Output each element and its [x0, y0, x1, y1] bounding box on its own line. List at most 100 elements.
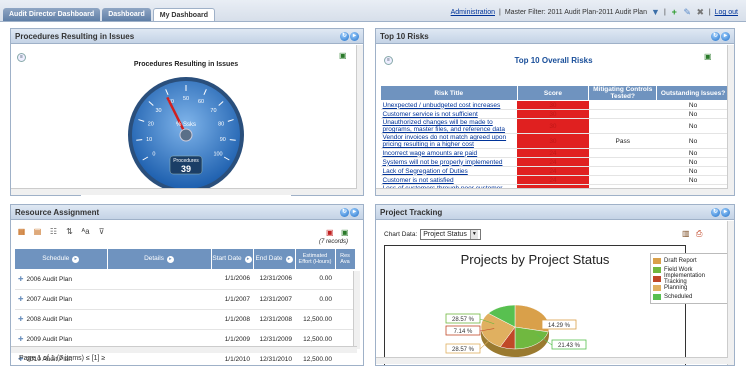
expand-icon[interactable]: ✚ — [18, 276, 23, 283]
risk-title-link[interactable]: Lack of Segregation of Duties — [380, 166, 518, 176]
schedule-cell[interactable]: ✚ 2006 Audit Plan — [15, 269, 107, 290]
filter-icon[interactable]: ▼ — [651, 8, 660, 17]
export-excel-icon[interactable]: ▣ — [341, 228, 349, 237]
availability-cell — [335, 309, 355, 330]
col-schedule[interactable]: Schedule ▸ — [15, 249, 108, 269]
risk-score: 24 — [517, 166, 589, 176]
refresh-icon[interactable]: ↻ — [340, 208, 349, 217]
controls-tested — [588, 100, 657, 110]
separator: | — [498, 9, 501, 16]
add-icon[interactable]: + — [670, 8, 679, 17]
pager[interactable]: Page 1 of 1 (7 items) ≤ [1] ≥ — [19, 355, 105, 362]
horizontal-scrollbar[interactable] — [376, 357, 728, 364]
table-row[interactable]: ✚ 2008 Audit Plan 1/1/2008 12/31/2008 12,500… — [15, 309, 355, 330]
gauge-tick-label: 60 — [198, 99, 204, 105]
maximize-icon[interactable]: ▸ — [350, 208, 359, 217]
maximize-icon[interactable]: ▸ — [721, 208, 730, 217]
vertical-scrollbar[interactable] — [727, 221, 734, 365]
risk-title-link[interactable]: Customer is not satisfied — [380, 175, 518, 185]
details-cell — [107, 309, 211, 330]
controls-tested — [588, 148, 657, 158]
refresh-icon[interactable]: ↻ — [340, 32, 349, 41]
col-start-date[interactable]: Start Date ▸ — [211, 249, 254, 269]
sort-icon[interactable]: ▸ — [285, 256, 293, 263]
horizontal-scrollbar[interactable] — [11, 188, 357, 195]
vertical-scrollbar[interactable] — [727, 45, 734, 195]
pie-chart-box: Projects by Project Status 28.57 % 7.14 %… — [384, 245, 686, 365]
risk-title-link[interactable]: Incorrect wage amounts are paid — [380, 148, 518, 158]
procedures-panel: Procedures Resulting in Issues ↻ ▸ ≡ ▣ P… — [10, 28, 364, 199]
gauge-tick-label: 100 — [213, 152, 222, 158]
print-icon[interactable]: ⎙ — [696, 229, 702, 239]
col-end-date[interactable]: End Date ▸ — [253, 249, 296, 269]
administration-link[interactable]: Administration — [451, 9, 495, 16]
availability-cell — [335, 289, 355, 310]
pie-data-label: 21.43 % — [558, 343, 581, 349]
outstanding-issues: No — [656, 118, 730, 134]
dashboard-tabs: Audit Director Dashboard Dashboard My Da… — [3, 8, 215, 21]
options-icon[interactable]: ≡ — [17, 53, 26, 62]
refresh-icon[interactable]: ↻ — [711, 208, 720, 217]
top-risks-panel: Top 10 Risks ↻ ▸ ≡ ▣ Top 10 Overall Risk… — [375, 28, 735, 196]
outstanding-issues: No — [656, 133, 730, 149]
risk-title-link[interactable]: Systems will not be properly implemented — [380, 157, 518, 167]
chevron-down-icon[interactable]: ▼ — [469, 230, 478, 239]
edit-icon[interactable]: ✎ — [683, 8, 692, 17]
tab-audit-director-dashboard[interactable]: Audit Director Dashboard — [3, 8, 101, 21]
table-row[interactable]: ✚ 2007 Audit Plan 1/1/2007 12/31/2007 0.00 — [15, 289, 355, 310]
panel-header: Top 10 Risks ↻ ▸ — [376, 29, 734, 44]
maximize-icon[interactable]: ▸ — [350, 32, 359, 41]
export-pdf-icon[interactable]: ▣ — [326, 228, 334, 237]
expand-icon[interactable]: ✚ — [18, 316, 23, 323]
col-mitigating-controls: Mitigating Controls Tested? — [588, 85, 658, 101]
effort-cell: 0.00 — [295, 289, 335, 310]
risk-score: 24 — [517, 175, 589, 185]
refresh-icon[interactable]: ↻ — [711, 32, 720, 41]
expand-icon[interactable]: ✚ — [18, 336, 23, 343]
export-excel-icon[interactable]: ▣ — [339, 51, 347, 60]
col-resource-availability[interactable]: Res Ava — [335, 249, 356, 269]
vertical-scrollbar[interactable] — [356, 45, 363, 195]
expand-icon[interactable]: ✚ — [18, 296, 23, 303]
details-cell — [107, 289, 211, 310]
horizontal-scrollbar[interactable] — [11, 346, 357, 353]
tools-icon[interactable]: ✖ — [696, 8, 705, 17]
risk-title-link[interactable]: Unauthorized changes will be made to pro… — [380, 118, 518, 134]
sort-icon[interactable]: ⇅ — [65, 227, 74, 236]
controls-tested: Pass — [588, 133, 657, 149]
pie-data-label: 14.29 % — [548, 323, 571, 329]
chart-data-selector: Chart Data: Project Status ▼ — [384, 229, 481, 240]
folder-icon[interactable]: ▤ — [33, 227, 42, 236]
chart-data-select[interactable]: Project Status ▼ — [420, 229, 481, 240]
filter-icon[interactable]: ⊽ — [97, 227, 106, 236]
logout-link[interactable]: Log out — [715, 9, 738, 16]
tab-dashboard[interactable]: Dashboard — [102, 8, 151, 21]
col-estimated-effort[interactable]: Estimated Effort (Hours) — [295, 249, 336, 269]
top-bar: Audit Director Dashboard Dashboard My Da… — [0, 0, 746, 22]
chart-icon[interactable]: ▥ — [682, 229, 690, 238]
table-row[interactable]: ✚ 2006 Audit Plan 1/1/2006 12/31/2006 0.00 — [15, 269, 355, 290]
panel-header: Procedures Resulting in Issues ↻ ▸ — [11, 29, 363, 44]
col-details[interactable]: Details ▸ — [107, 249, 212, 269]
outstanding-issues: No — [656, 100, 730, 110]
horizontal-scrollbar[interactable] — [376, 188, 728, 195]
risk-title-link[interactable]: Customer service is not sufficient — [380, 109, 518, 119]
gauge-tick-label: 20 — [148, 122, 154, 128]
sort-icon[interactable]: ▸ — [244, 256, 252, 263]
controls-tested — [588, 118, 657, 134]
risk-title-link[interactable]: Unexpected / unbudgeted cost increases — [380, 100, 518, 110]
maximize-icon[interactable]: ▸ — [721, 32, 730, 41]
vertical-scrollbar[interactable] — [353, 271, 360, 349]
controls-tested — [588, 166, 657, 176]
sort-icon[interactable]: ▸ — [72, 256, 80, 263]
schedule-cell[interactable]: ✚ 2008 Audit Plan — [15, 309, 107, 330]
risk-title-link[interactable]: Vendor invoices do not match agreed upon… — [380, 133, 518, 149]
columns-icon[interactable]: ☷ — [49, 227, 58, 236]
tab-my-dashboard[interactable]: My Dashboard — [152, 8, 215, 21]
sort-icon[interactable]: ▸ — [166, 256, 174, 263]
gauge-tick-label: 50 — [183, 96, 189, 102]
table-title: Top 10 Overall Risks — [514, 56, 593, 65]
schedule-cell[interactable]: ✚ 2007 Audit Plan — [15, 289, 107, 310]
text-icon[interactable]: ᴬa — [81, 227, 90, 236]
grid-icon[interactable]: ▦ — [17, 227, 26, 236]
